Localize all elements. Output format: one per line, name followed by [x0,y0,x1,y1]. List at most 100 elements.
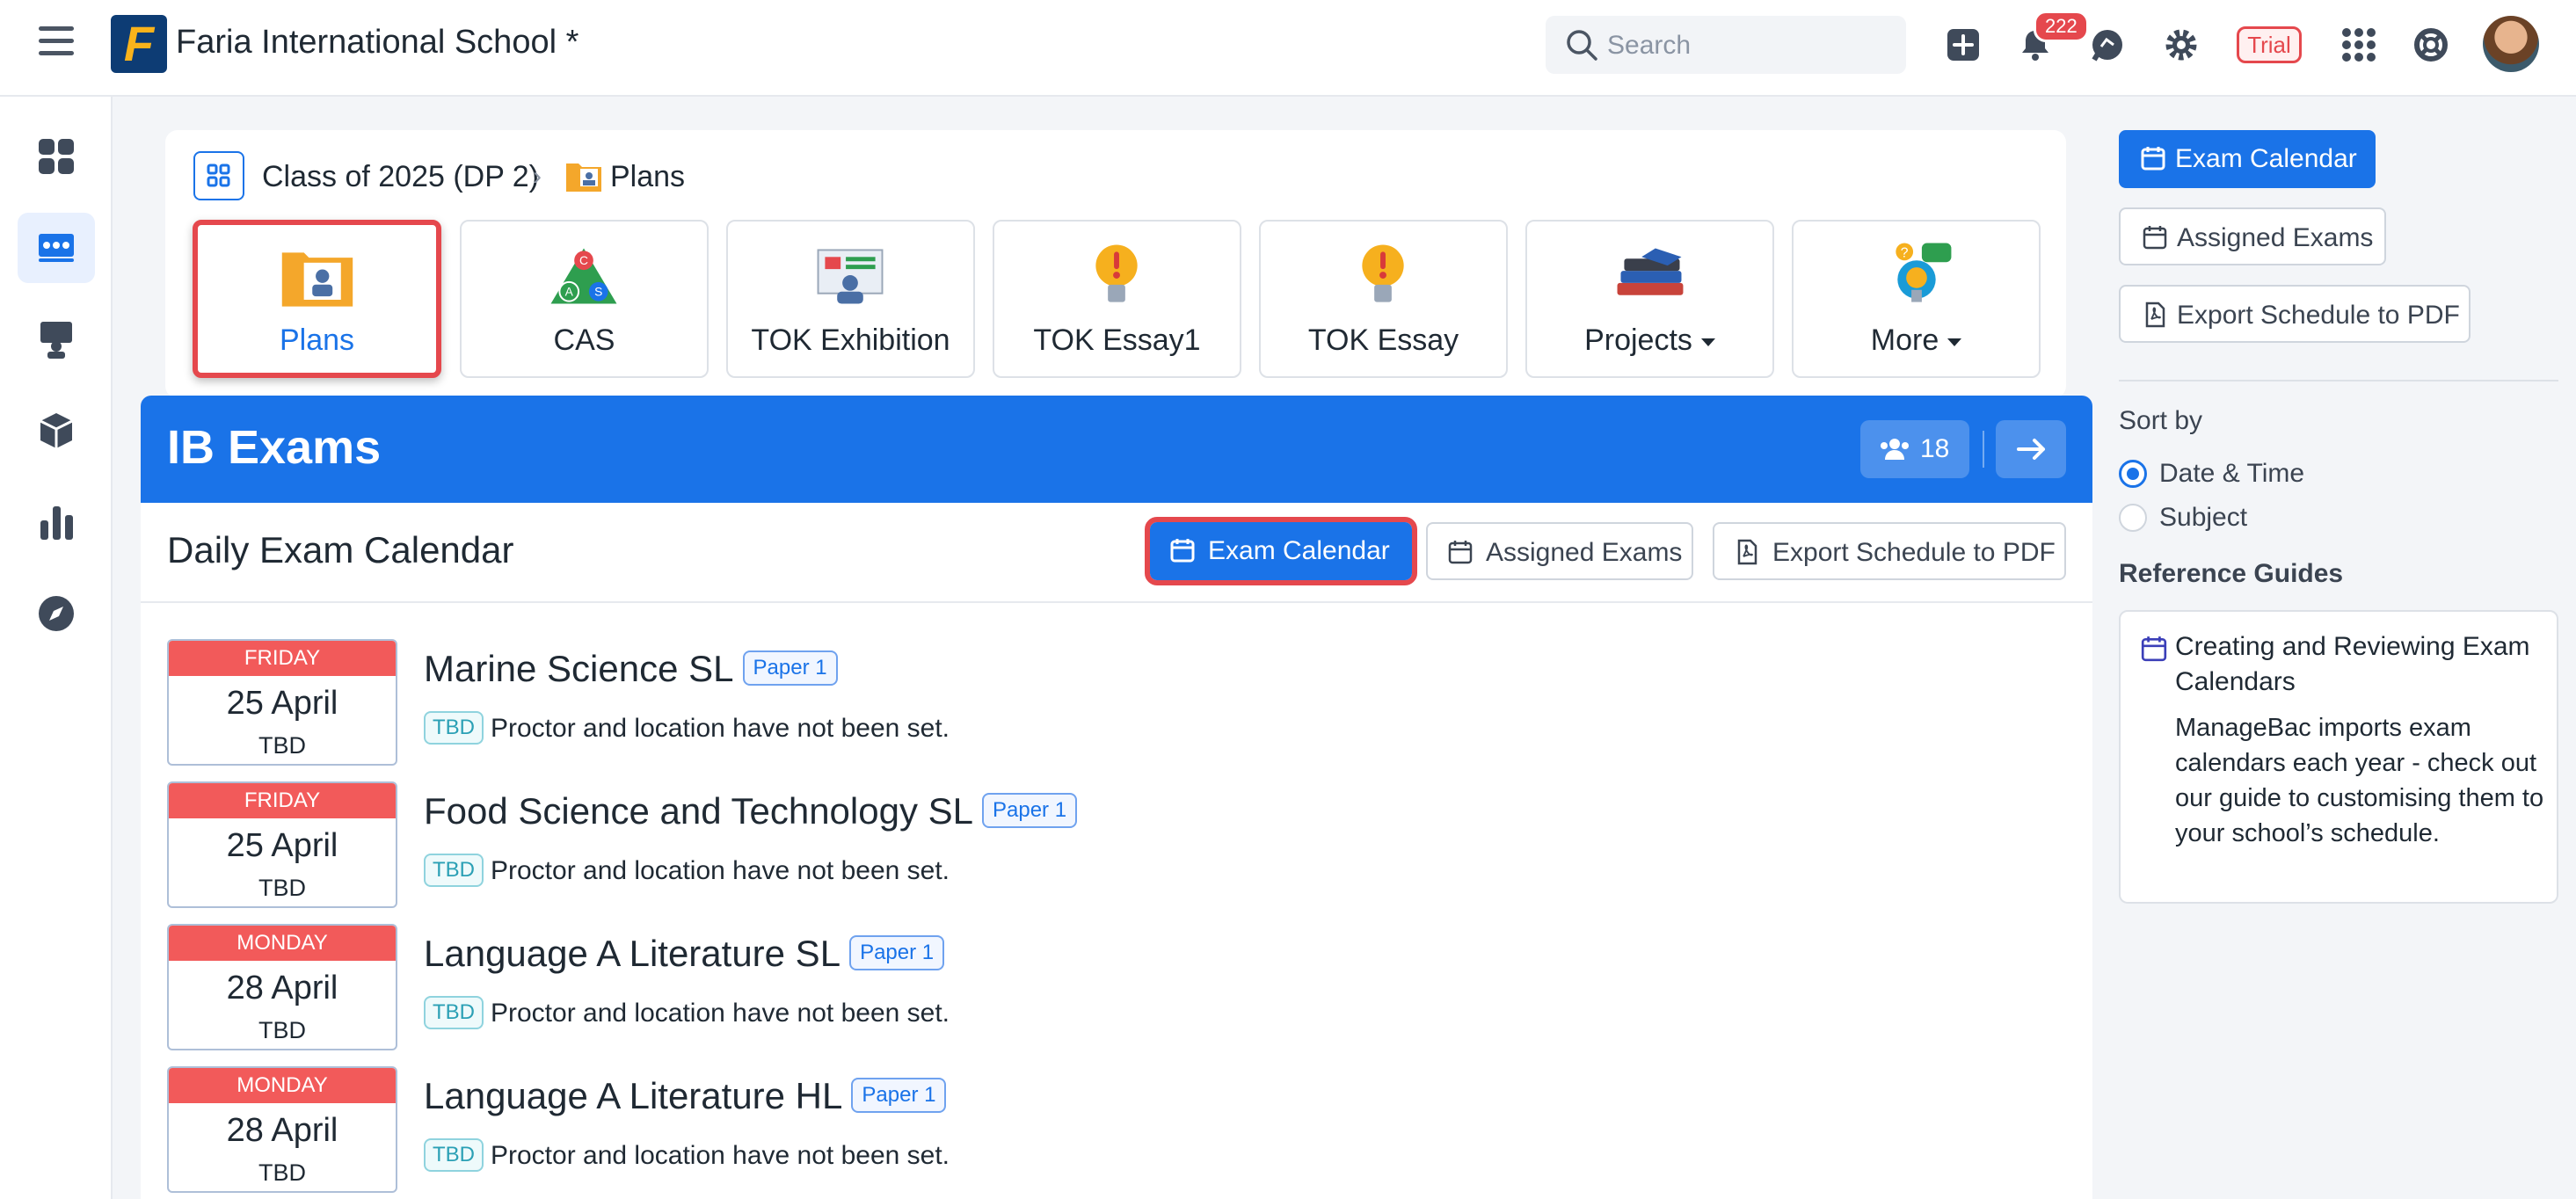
breadcrumb-page: Plans [610,160,686,193]
sort-option-label[interactable]: Subject [2159,503,2247,533]
users-icon [1881,439,1909,460]
right-export-pdf-button[interactable]: Export Schedule to PDF [2119,285,2470,343]
exam-time: TBD [258,1159,306,1186]
exam-note-text: Proctor and location have not been set. [491,713,950,743]
svg-text:C: C [579,254,588,267]
exam-time: TBD [258,732,306,759]
books-icon [1617,248,1684,295]
paper-badge: Paper 1 [849,934,945,970]
tile-tok-essay[interactable]: TOK Essay [1259,220,1508,378]
paper-badge: Paper 1 [851,1077,947,1113]
sidebar-item-reports[interactable] [18,487,95,557]
compass-icon [39,596,74,631]
tile-tok-exhibition[interactable]: TOK Exhibition [726,220,975,378]
sidebar-item-resources[interactable] [18,396,95,466]
button-label: Assigned Exams [1486,538,1683,567]
button-label: Export Schedule to PDF [2177,301,2460,330]
exam-date: 25 April [226,827,338,864]
calendar-icon [1448,541,1473,564]
arrow-right-icon [2017,439,2045,460]
exam-calendar-button[interactable]: Exam Calendar [1145,517,1417,585]
class-grid-icon[interactable] [193,151,244,200]
exam-time: TBD [258,1017,306,1043]
exam-subject[interactable]: Language A Literature HL [424,1075,842,1116]
add-icon[interactable] [1945,26,1982,63]
tile-label: CAS [553,323,615,357]
help-lifebuoy-icon[interactable] [2412,26,2449,63]
ib-exams-banner: IB Exams 18 [141,396,2092,503]
search-input[interactable]: Search [1546,16,1906,74]
messages-icon[interactable] [2089,26,2126,63]
tile-tok-essay1[interactable]: TOK Essay1 [993,220,1241,378]
exam-row[interactable]: MONDAY 28 April TBD Language A Literatur… [167,924,2066,1052]
exam-subject[interactable]: Food Science and Technology SL [424,790,973,832]
exam-name[interactable]: Language A Literature HL Paper 1 [424,1075,947,1117]
export-pdf-button[interactable]: Export Schedule to PDF [1713,522,2066,580]
exam-date-box: MONDAY 28 April TBD [167,924,397,1050]
school-name: Faria International School * [176,24,579,61]
members-button[interactable]: 18 [1860,420,1969,478]
divider [2119,380,2558,382]
svg-text:?: ? [1901,245,1909,260]
ideas-chat-icon: ? [1896,243,1952,302]
exam-note: TBD Proctor and location have not been se… [424,854,950,889]
exam-date: 28 April [226,970,338,1006]
sidebar-item-dashboard[interactable] [18,121,95,192]
menu-icon[interactable] [39,26,74,62]
exam-subject[interactable]: Language A Literature SL [424,933,840,974]
cas-triangle-icon: C A S [550,248,617,304]
sort-option-label[interactable]: Date & Time [2159,459,2304,489]
sort-subject-radio[interactable] [2119,504,2147,532]
notification-badge: 222 [2034,11,2089,42]
reference-guide-card: Creating and Reviewing Exam Calendars Ma… [2119,610,2558,904]
exhibition-board-icon [817,249,884,304]
exam-name[interactable]: Food Science and Technology SL Paper 1 [424,790,1078,832]
svg-text:A: A [565,286,574,299]
sort-date-radio[interactable] [2119,460,2147,488]
tile-projects[interactable]: Projects [1525,220,1774,378]
exam-name[interactable]: Language A Literature SL Paper 1 [424,933,945,975]
right-assigned-exams-button[interactable]: Assigned Exams [2119,207,2386,265]
tbd-badge: TBD [424,996,484,1029]
trial-badge[interactable]: Trial [2237,26,2302,63]
exam-day: MONDAY [169,926,396,961]
search-icon [1567,30,1597,61]
apps-grid-icon[interactable] [2340,26,2377,63]
arrow-right-button[interactable] [1996,420,2066,478]
exam-note-text: Proctor and location have not been set. [491,998,950,1028]
sidebar-item-explore[interactable] [18,578,95,649]
paper-badge: Paper 1 [982,792,1078,828]
exam-row[interactable]: MONDAY 28 April TBD Language A Literatur… [167,1066,2066,1195]
sidebar-item-teaching[interactable] [18,304,95,374]
exam-day: FRIDAY [169,641,396,676]
tile-more[interactable]: ? More [1792,220,2041,378]
breadcrumb-class[interactable]: Class of 2025 (DP 2) [262,160,539,194]
exam-row[interactable]: FRIDAY 25 April TBD Marine Science SL Pap… [167,639,2066,767]
exam-day: MONDAY [169,1068,396,1103]
tile-cas[interactable]: CAS CAS [460,220,709,378]
exam-date-box: MONDAY 28 April TBD [167,1066,397,1193]
calendar-icon [2143,226,2167,250]
sort-heading: Sort by [2119,406,2203,435]
exam-note: TBD Proctor and location have not been se… [424,711,950,746]
gear-icon[interactable] [2163,26,2200,63]
sidebar-item-classes[interactable] [18,213,95,283]
tile-label: Projects [1527,323,1772,358]
reference-guide-description: ManageBac imports exam calendars each ye… [2175,714,2544,847]
exam-name[interactable]: Marine Science SL Paper 1 [424,648,838,690]
reference-guide-link[interactable]: Creating and Reviewing Exam Calendars [2175,629,2544,700]
dashboard-icon [39,139,74,174]
caret-down-icon [1947,338,1962,346]
user-avatar[interactable] [2483,16,2539,72]
exam-row[interactable]: FRIDAY 25 April TBD Food Science and Tec… [167,781,2066,910]
school-logo[interactable]: F [111,15,167,73]
right-exam-calendar-button[interactable]: Exam Calendar [2119,130,2376,188]
exam-subject[interactable]: Marine Science SL [424,648,734,689]
tile-label: TOK Essay1 [1033,323,1201,357]
bar-chart-icon [40,506,73,540]
assigned-exams-button[interactable]: Assigned Exams [1426,522,1693,580]
teacher-icon [40,322,72,359]
exam-time: TBD [258,875,306,901]
tile-plans[interactable]: Plans [193,220,441,378]
tbd-badge: TBD [424,711,484,745]
